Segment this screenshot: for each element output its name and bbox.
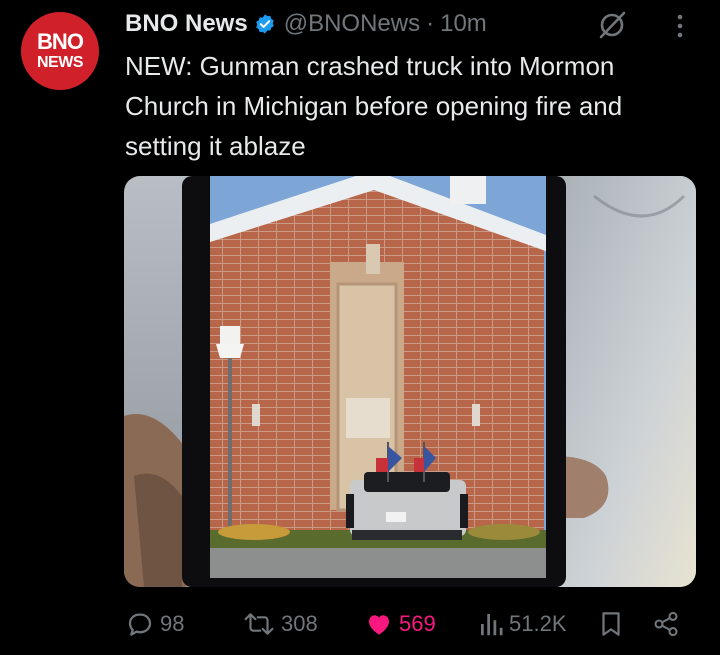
bookmark-icon — [602, 612, 620, 636]
views-icon — [481, 614, 503, 636]
grok-icon[interactable] — [597, 10, 627, 40]
retweet-count: 308 — [281, 611, 318, 636]
avatar-text-line2: NEWS — [37, 54, 84, 71]
share-button[interactable] — [652, 600, 685, 648]
like-button[interactable]: 569 — [364, 600, 436, 648]
retweet-icon — [244, 613, 274, 635]
timestamp[interactable]: 10m — [440, 10, 487, 38]
avatar-text-line1: BNO — [37, 29, 84, 54]
share-icon — [654, 611, 678, 637]
views-button[interactable]: 51.2K — [478, 600, 567, 648]
verified-icon — [255, 14, 274, 34]
photo-content — [124, 176, 696, 587]
reply-icon — [128, 613, 152, 636]
reply-button[interactable]: 98 — [125, 600, 184, 648]
tweet-photo[interactable] — [124, 176, 696, 587]
bookmark-button[interactable] — [598, 600, 629, 648]
more-icon[interactable] — [670, 12, 690, 40]
tweet-header: BNO News @BNONews · 10m — [125, 8, 487, 40]
view-count: 51.2K — [509, 611, 567, 636]
separator-dot: · — [426, 10, 435, 37]
like-count: 569 — [399, 611, 436, 636]
retweet-button[interactable]: 308 — [242, 600, 318, 648]
action-bar: 98 308 569 51.2K — [0, 600, 720, 648]
like-icon — [369, 615, 389, 635]
tweet-text: NEW: Gunman crashed truck into Mormon Ch… — [125, 51, 623, 161]
handle[interactable]: @BNONews — [284, 10, 420, 38]
reply-count: 98 — [160, 611, 185, 636]
avatar[interactable]: BNO NEWS — [21, 12, 99, 90]
display-name[interactable]: BNO News — [125, 10, 248, 38]
